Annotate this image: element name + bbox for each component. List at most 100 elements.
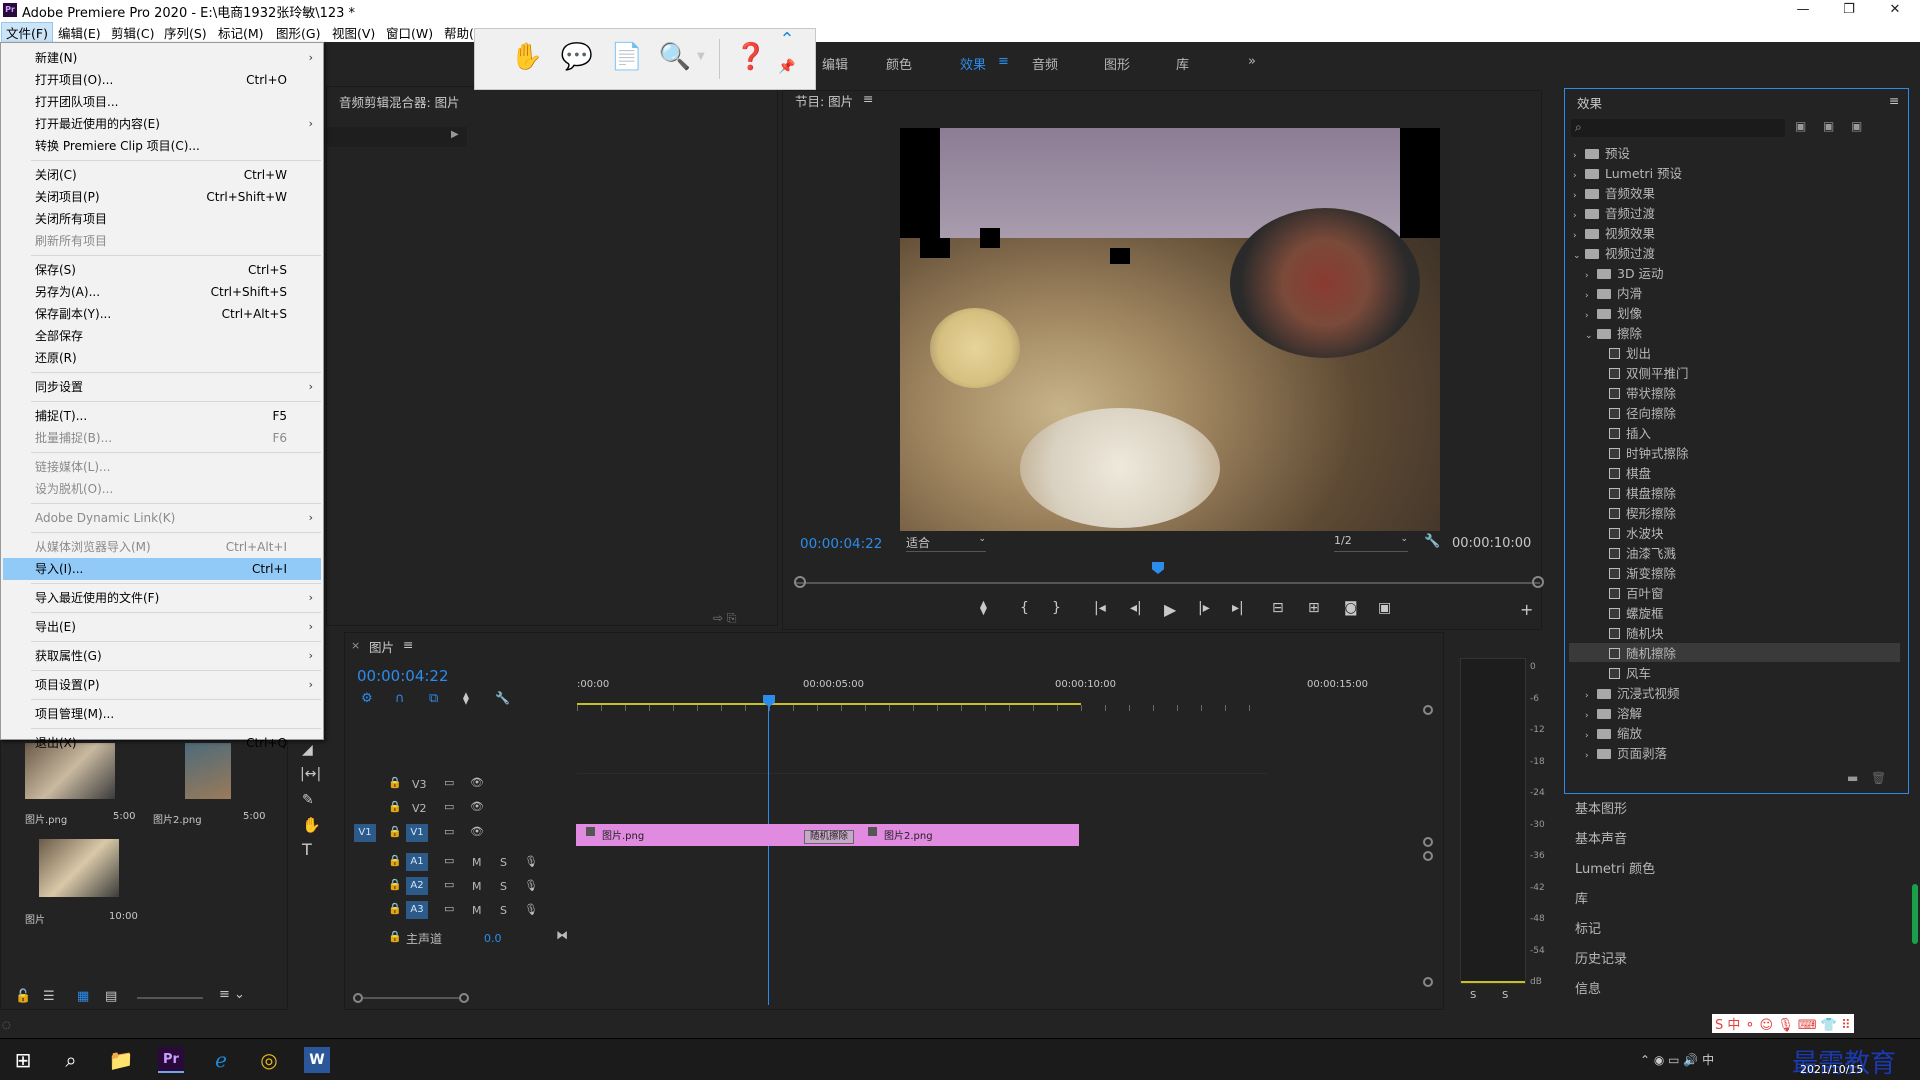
new-bin-icon[interactable]: ▬ bbox=[1847, 771, 1858, 785]
effects-tree-item[interactable]: 棋盘擦除 bbox=[1597, 483, 1908, 502]
chevron-right-icon[interactable]: › bbox=[1585, 711, 1597, 721]
add-marker-icon[interactable]: ⧫ bbox=[463, 691, 469, 705]
file-menu-item[interactable]: 关闭(C) Ctrl+W bbox=[3, 164, 321, 186]
track-v1-lock-icon[interactable]: 🔒 bbox=[388, 825, 402, 838]
sort-icon[interactable]: ≡ ⌄ bbox=[219, 987, 245, 1002]
timeline-clip[interactable]: 图片.png 图片2.png 随机擦除 bbox=[576, 824, 1079, 846]
search-icon[interactable]: ⌕ bbox=[58, 1047, 84, 1073]
tab-graphics[interactable]: 图形 bbox=[1104, 54, 1130, 73]
32bit-effects-icon[interactable]: ▣ bbox=[1823, 119, 1834, 133]
effects-tree-item[interactable]: › 内滑 bbox=[1585, 283, 1908, 302]
file-menu-item[interactable]: 捕捉(T)... F5 bbox=[3, 405, 321, 427]
track-a3-mic-icon[interactable]: 🎙 bbox=[524, 903, 538, 916]
effects-tree-item[interactable]: 时钟式擦除 bbox=[1597, 443, 1908, 462]
timeline-settings-icon[interactable]: 🔧 bbox=[495, 691, 510, 705]
track-a3-mute-button[interactable]: M bbox=[472, 904, 482, 917]
chevron-right-icon[interactable]: › bbox=[1585, 291, 1597, 301]
maximize-button[interactable]: ❐ bbox=[1826, 0, 1872, 20]
file-menu-item[interactable]: 打开团队项目... bbox=[3, 91, 321, 113]
lift-button[interactable]: ⊟ bbox=[1272, 600, 1284, 616]
scroll-handle[interactable] bbox=[1423, 837, 1433, 847]
play-button[interactable]: ▶ bbox=[1164, 600, 1176, 619]
track-v2-sync-icon[interactable]: ▭ bbox=[444, 800, 454, 813]
scroll-handle[interactable] bbox=[1423, 851, 1433, 861]
effects-tree-item[interactable]: › 沉浸式视频 bbox=[1585, 683, 1908, 702]
menu-clip[interactable]: 剪辑(C) bbox=[107, 23, 158, 42]
track-a2-mute-button[interactable]: M bbox=[472, 880, 482, 893]
time-ruler[interactable] bbox=[577, 705, 1267, 711]
pen-tool-icon[interactable]: ✎ bbox=[302, 792, 314, 808]
transition-label[interactable]: 随机擦除 bbox=[804, 830, 854, 844]
file-menu-item[interactable]: 转换 Premiere Clip 项目(C)... bbox=[3, 135, 321, 157]
snap-icon[interactable]: ∩ bbox=[395, 691, 405, 706]
menu-sequence[interactable]: 序列(S) bbox=[160, 23, 211, 42]
file-menu-item[interactable]: 打开项目(O)... Ctrl+O bbox=[3, 69, 321, 91]
chevron-right-icon[interactable]: › bbox=[1585, 691, 1597, 701]
chevron-down-icon[interactable]: ⌄ bbox=[1573, 251, 1585, 261]
chevron-right-icon[interactable]: › bbox=[1573, 191, 1585, 201]
close-button[interactable]: ✕ bbox=[1872, 0, 1918, 20]
panel-essential-graphics[interactable]: 基本图形 bbox=[1575, 798, 1627, 817]
accelerated-effects-icon[interactable]: ▣ bbox=[1795, 119, 1806, 133]
chevron-right-icon[interactable]: › bbox=[1573, 151, 1585, 161]
effects-tree-item[interactable]: › 3D 运动 bbox=[1585, 263, 1908, 282]
nest-icon[interactable]: ⚙ bbox=[361, 691, 373, 706]
effects-tree-item[interactable]: › Lumetri 预设 bbox=[1573, 163, 1908, 182]
wrench-icon[interactable]: 🔧 bbox=[1424, 534, 1440, 549]
file-menu-item[interactable]: 关闭所有项目 bbox=[3, 208, 321, 230]
effects-tree-item[interactable]: › 音频效果 bbox=[1573, 183, 1908, 202]
track-v3-lock-icon[interactable]: 🔒 bbox=[388, 776, 402, 789]
add-button[interactable]: + bbox=[1520, 600, 1533, 619]
step-back-button[interactable]: ◂| bbox=[1130, 600, 1142, 616]
thumbnail-sequence[interactable] bbox=[39, 839, 119, 897]
effects-tree-item[interactable]: › 视频效果 bbox=[1573, 223, 1908, 242]
effects-tree-item[interactable]: 螺旋框 bbox=[1597, 603, 1908, 622]
track-a3-sync-icon[interactable]: ▭ bbox=[444, 902, 454, 915]
track-a1-label[interactable]: A1 bbox=[406, 853, 428, 871]
file-menu-item[interactable]: 保存副本(Y)... Ctrl+Alt+S bbox=[3, 303, 321, 325]
zoom-slider[interactable] bbox=[137, 997, 203, 999]
zoom-handle-right[interactable] bbox=[459, 993, 469, 1003]
file-menu-item[interactable]: 同步设置 › bbox=[3, 376, 321, 398]
effects-menu-icon[interactable]: ≡ bbox=[1889, 93, 1899, 108]
effects-search-input[interactable]: ⌕ bbox=[1571, 119, 1785, 137]
source-v1-button[interactable]: V1 bbox=[354, 824, 376, 842]
file-menu-item[interactable]: 新建(N) › bbox=[3, 47, 321, 69]
effects-tree-item[interactable]: 划出 bbox=[1597, 343, 1908, 362]
effects-tree-item[interactable]: 棋盘 bbox=[1597, 463, 1908, 482]
scroll-handle[interactable] bbox=[1423, 977, 1433, 987]
effects-tree-item[interactable]: 楔形擦除 bbox=[1597, 503, 1908, 522]
in-handle[interactable] bbox=[794, 576, 806, 588]
out-handle[interactable] bbox=[1532, 576, 1544, 588]
effects-tree-item[interactable]: ⌄ 视频过渡 bbox=[1573, 243, 1908, 262]
step-forward-button[interactable]: |▸ bbox=[1198, 600, 1210, 616]
effects-tree-item[interactable]: 双侧平推门 bbox=[1597, 363, 1908, 382]
file-menu-item[interactable]: 项目设置(P) › bbox=[3, 674, 321, 696]
close-tab-icon[interactable]: × bbox=[351, 639, 360, 652]
panel-libraries[interactable]: 库 bbox=[1575, 888, 1588, 907]
effects-tree-item[interactable]: › 划像 bbox=[1585, 303, 1908, 322]
effects-tree-item[interactable]: 风车 bbox=[1597, 663, 1908, 682]
timeline-timecode[interactable]: 00:00:04:22 bbox=[357, 667, 449, 685]
chevron-right-icon[interactable]: › bbox=[1573, 231, 1585, 241]
hand-tool-icon[interactable]: ✋ bbox=[507, 37, 547, 77]
list-view-icon[interactable]: ☰ bbox=[43, 989, 55, 1004]
menu-marker[interactable]: 标记(M) bbox=[214, 23, 268, 42]
tab-edit[interactable]: 编辑 bbox=[822, 54, 848, 73]
zoom-scrollbar[interactable] bbox=[363, 997, 459, 999]
track-a2-sync-icon[interactable]: ▭ bbox=[444, 878, 454, 891]
linked-selection-icon[interactable]: ⧉ bbox=[429, 691, 438, 706]
export-icon[interactable]: ⇨ ⎘ bbox=[713, 611, 736, 626]
master-lock-icon[interactable]: 🔒 bbox=[388, 930, 402, 943]
track-a3-label[interactable]: A3 bbox=[406, 901, 428, 919]
file-menu-item[interactable]: 还原(R) bbox=[3, 347, 321, 369]
effects-tree-item[interactable]: › 音频过渡 bbox=[1573, 203, 1908, 222]
file-menu-item[interactable]: 项目管理(M)... bbox=[3, 703, 321, 725]
lock-icon[interactable]: 🔓 bbox=[15, 989, 31, 1004]
yuv-effects-icon[interactable]: ▣ bbox=[1851, 119, 1862, 133]
zoom-dropdown-icon[interactable]: ▼ bbox=[697, 51, 705, 62]
track-a1-mic-icon[interactable]: 🎙 bbox=[524, 855, 538, 868]
tray-icons[interactable]: ⌃ ◉ ▭ 🔊 中 bbox=[1640, 1051, 1714, 1068]
panel-info[interactable]: 信息 bbox=[1575, 978, 1601, 997]
go-to-out-button[interactable]: ▸| bbox=[1232, 600, 1244, 616]
